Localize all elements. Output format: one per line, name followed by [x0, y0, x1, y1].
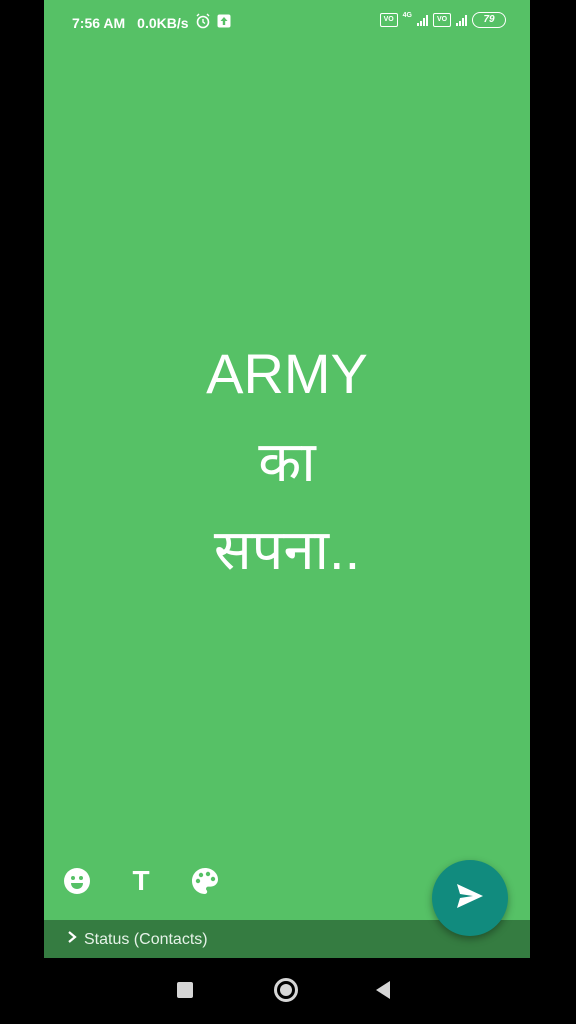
alarm-icon: [195, 13, 211, 32]
send-icon: [456, 883, 484, 914]
status-text-line: ARMY: [206, 342, 368, 405]
status-text-line: का: [258, 430, 316, 493]
signal-icon-2: [456, 14, 467, 26]
audience-selector[interactable]: Status (Contacts): [66, 930, 208, 949]
status-bar-left: 7:56 AM 0.0KB/s: [72, 13, 231, 32]
emoji-icon[interactable]: [62, 866, 92, 896]
volte-icon-2: VO: [433, 13, 451, 27]
status-bar-right: VO 4G VO 79: [379, 12, 506, 28]
palette-icon[interactable]: [190, 866, 220, 896]
network-type: 4G: [402, 12, 412, 19]
clock: 7:56 AM: [72, 14, 126, 31]
chevron-right-icon: [66, 930, 78, 949]
audience-label: Status (Contacts): [84, 930, 208, 948]
status-text-input[interactable]: ARMY का सपना..: [44, 330, 530, 594]
network-speed: 0.0KB/s: [137, 14, 189, 31]
battery-icon: 79: [472, 12, 506, 28]
recents-square-icon[interactable]: [177, 982, 193, 998]
text-icon[interactable]: T: [126, 865, 156, 896]
system-nav-bar: [0, 958, 576, 1024]
volte-icon: VO: [379, 13, 398, 27]
upload-icon: [217, 14, 231, 31]
status-text-line: सपना..: [213, 518, 361, 581]
status-editor-screen: 7:56 AM 0.0KB/s VO 4G VO 79 ARMY का सपना…: [44, 0, 530, 958]
editor-tools: T: [62, 865, 220, 896]
back-triangle-icon[interactable]: [376, 981, 390, 999]
status-bar: 7:56 AM 0.0KB/s VO 4G VO 79: [44, 0, 530, 44]
home-circle-icon[interactable]: [274, 978, 298, 1002]
send-button[interactable]: [432, 860, 508, 936]
signal-icon: [417, 14, 428, 26]
